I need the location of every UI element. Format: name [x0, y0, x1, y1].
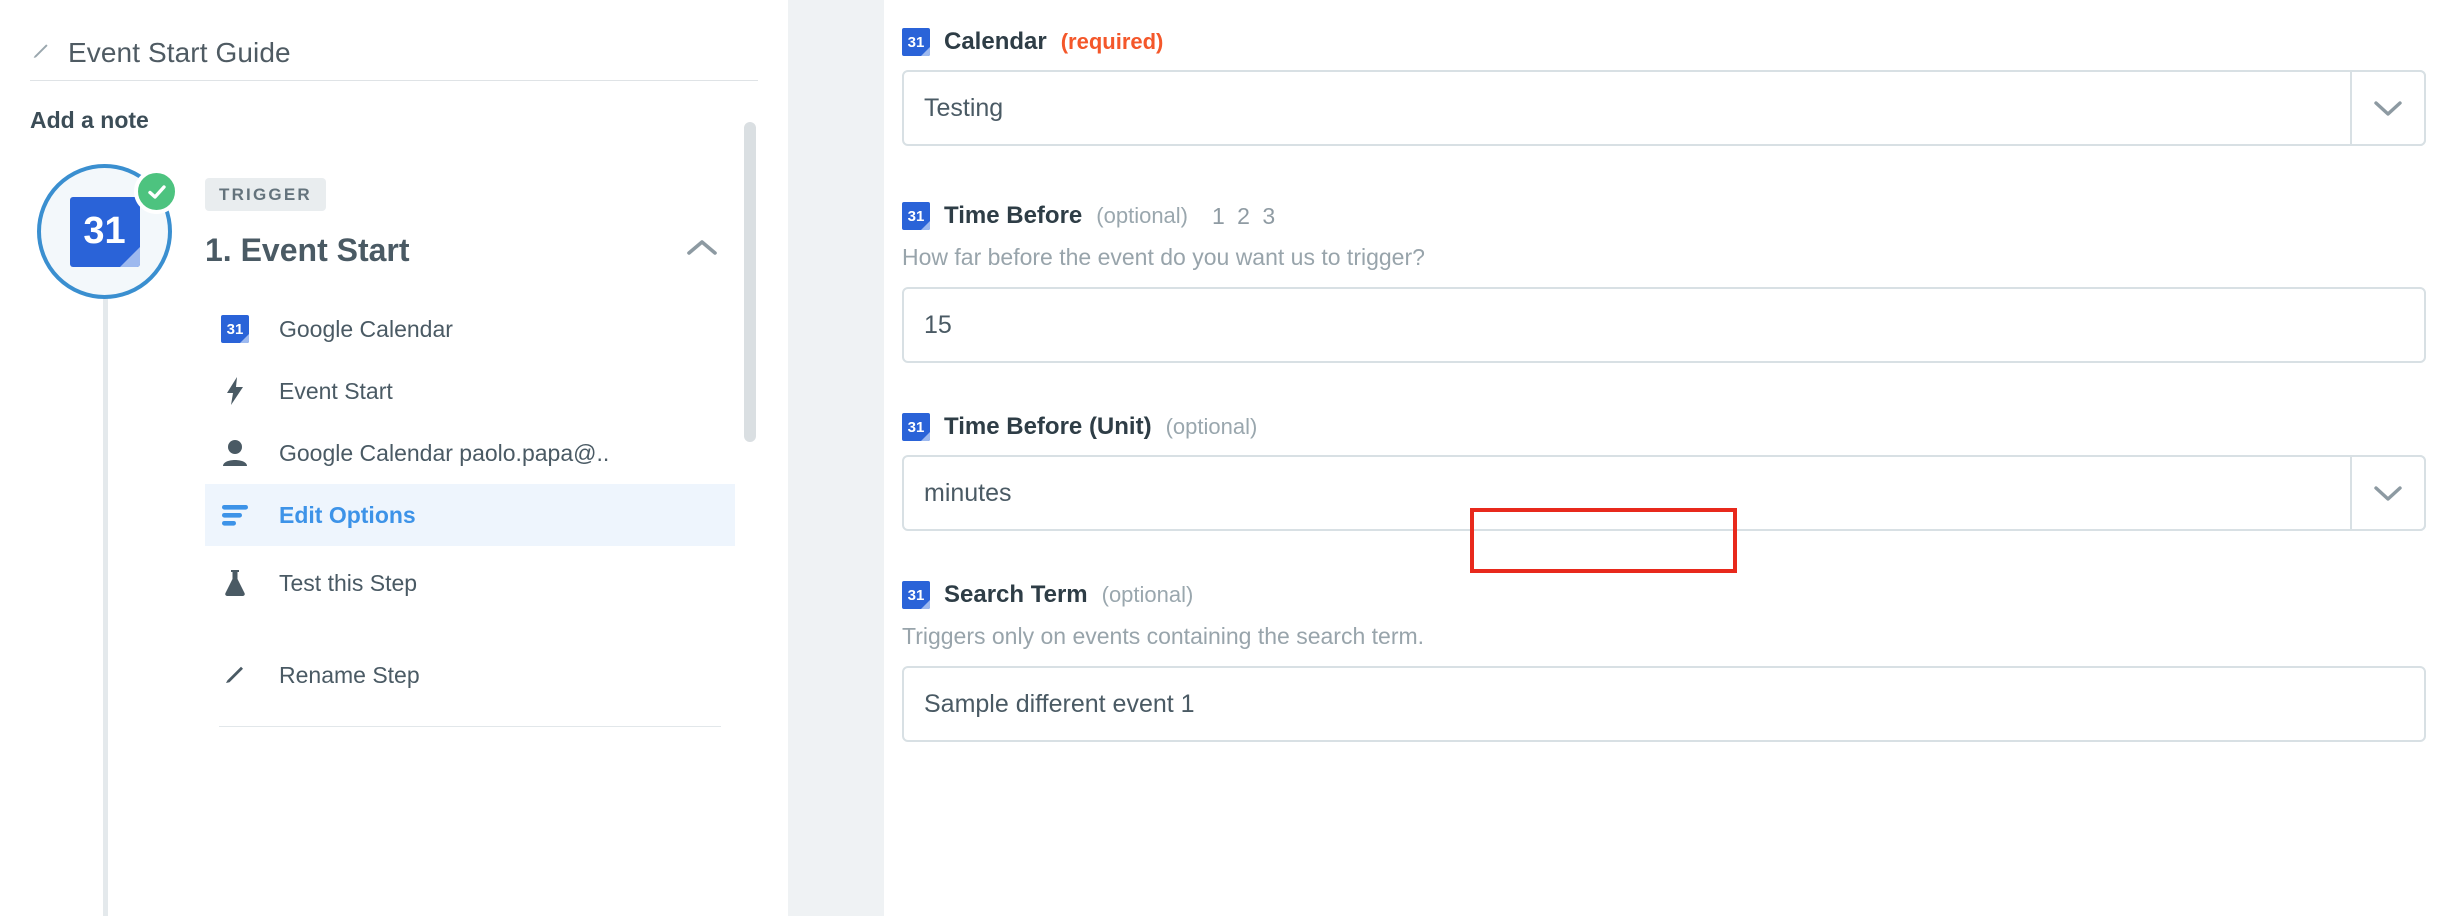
- field-label: 31 Calendar (required): [902, 28, 2444, 56]
- field-time-before-unit: 31 Time Before (Unit) (optional) minutes: [884, 413, 2444, 531]
- check-circle-icon: [134, 169, 179, 214]
- field-label: 31 Time Before (Unit) (optional): [902, 413, 2444, 441]
- search-term-value: Sample different event 1: [924, 689, 1195, 718]
- zap-title-row[interactable]: Event Start Guide: [0, 0, 788, 72]
- menu-item-event-start[interactable]: Event Start: [205, 360, 735, 422]
- status-badge: TRIGGER: [205, 178, 326, 211]
- flask-icon: [219, 569, 251, 597]
- field-calendar: 31 Calendar (required) Testing: [884, 28, 2444, 146]
- field-label-text: Search Term: [944, 581, 1088, 608]
- menu-item-label: Google Calendar paolo.papa@..: [279, 439, 610, 466]
- field-time-before: 31 Time Before (optional) 1 2 3 How far …: [884, 202, 2444, 363]
- google-calendar-icon: 31: [219, 315, 251, 343]
- field-label-text: Time Before: [944, 202, 1083, 229]
- chevron-down-icon[interactable]: [2350, 70, 2426, 146]
- left-panel: Event Start Guide Add a note 31 TRIGGER …: [0, 0, 788, 916]
- options-form-panel: 31 Calendar (required) Testing 31 Time B…: [884, 0, 2444, 916]
- menu-item-google-calendar[interactable]: 31 Google Calendar: [205, 298, 735, 360]
- calendar-select[interactable]: Testing: [902, 70, 2426, 146]
- google-calendar-icon: 31: [902, 202, 930, 230]
- step-title: 1. Event Start: [205, 232, 410, 268]
- google-calendar-icon: 31: [902, 581, 930, 609]
- google-calendar-icon: 31: [902, 28, 930, 56]
- menu-item-test-this-step[interactable]: Test this Step: [205, 552, 735, 614]
- field-label: 31 Search Term (optional): [902, 581, 2444, 609]
- field-step-numbers: 1 2 3: [1212, 202, 1279, 229]
- menu-item-account[interactable]: Google Calendar paolo.papa@..: [205, 422, 735, 484]
- menu-item-label: Rename Step: [279, 661, 420, 688]
- menu-item-label: Event Start: [279, 377, 393, 404]
- menu-item-label: Test this Step: [279, 569, 418, 596]
- chevron-down-icon[interactable]: [2350, 455, 2426, 531]
- step-content: TRIGGER 1. Event Start 31 Google Calenda…: [205, 164, 735, 727]
- time-before-value: 15: [924, 310, 952, 339]
- calendar-select-value: Testing: [924, 93, 1004, 122]
- page-title: Event Start Guide: [68, 37, 291, 68]
- menu-divider: [219, 726, 721, 727]
- field-label: 31 Time Before (optional) 1 2 3: [902, 202, 2444, 230]
- field-requirement: (optional): [1101, 582, 1194, 607]
- lightning-bolt-icon: [219, 377, 251, 405]
- list-lines-icon: [219, 504, 251, 526]
- google-calendar-icon: 31: [902, 413, 930, 441]
- menu-item-edit-options[interactable]: Edit Options: [205, 484, 735, 546]
- field-help-text: Triggers only on events containing the s…: [902, 623, 1425, 649]
- menu-item-label: Google Calendar: [279, 315, 453, 342]
- step-menu: 31 Google Calendar Event Start Google Ca…: [205, 298, 735, 727]
- time-before-input[interactable]: 15: [902, 287, 2426, 363]
- pencil-icon: [30, 40, 52, 67]
- zap-editor: Event Start Guide Add a note 31 TRIGGER …: [0, 0, 2444, 916]
- field-search-term: 31 Search Term (optional) Triggers only …: [884, 581, 2444, 742]
- left-panel-scrollbar[interactable]: [744, 122, 756, 442]
- field-label-text: Time Before (Unit): [944, 413, 1152, 440]
- pencil-icon: [219, 663, 251, 687]
- person-icon: [219, 439, 251, 467]
- search-term-input[interactable]: Sample different event 1: [902, 666, 2426, 742]
- field-requirement: (optional): [1096, 203, 1188, 228]
- chevron-up-icon[interactable]: [679, 231, 735, 270]
- menu-item-rename-step[interactable]: Rename Step: [205, 644, 735, 706]
- panel-gutter: [788, 0, 884, 916]
- add-note-link[interactable]: Add a note: [0, 81, 788, 134]
- google-calendar-icon: 31: [69, 196, 140, 267]
- step-header: 1. Event Start: [205, 231, 735, 270]
- rename-section: Rename Step: [205, 644, 735, 727]
- field-requirement: (required): [1060, 29, 1164, 54]
- time-before-unit-select[interactable]: minutes: [902, 455, 2426, 531]
- time-before-unit-value: minutes: [924, 478, 1012, 507]
- step-area: 31 TRIGGER 1. Event Start 31 Google Cale…: [0, 164, 788, 916]
- field-help-text: How far before the event do you want us …: [902, 244, 1425, 270]
- field-requirement: (optional): [1165, 414, 1258, 439]
- field-label-text: Calendar: [944, 28, 1047, 55]
- menu-item-label: Edit Options: [279, 501, 416, 528]
